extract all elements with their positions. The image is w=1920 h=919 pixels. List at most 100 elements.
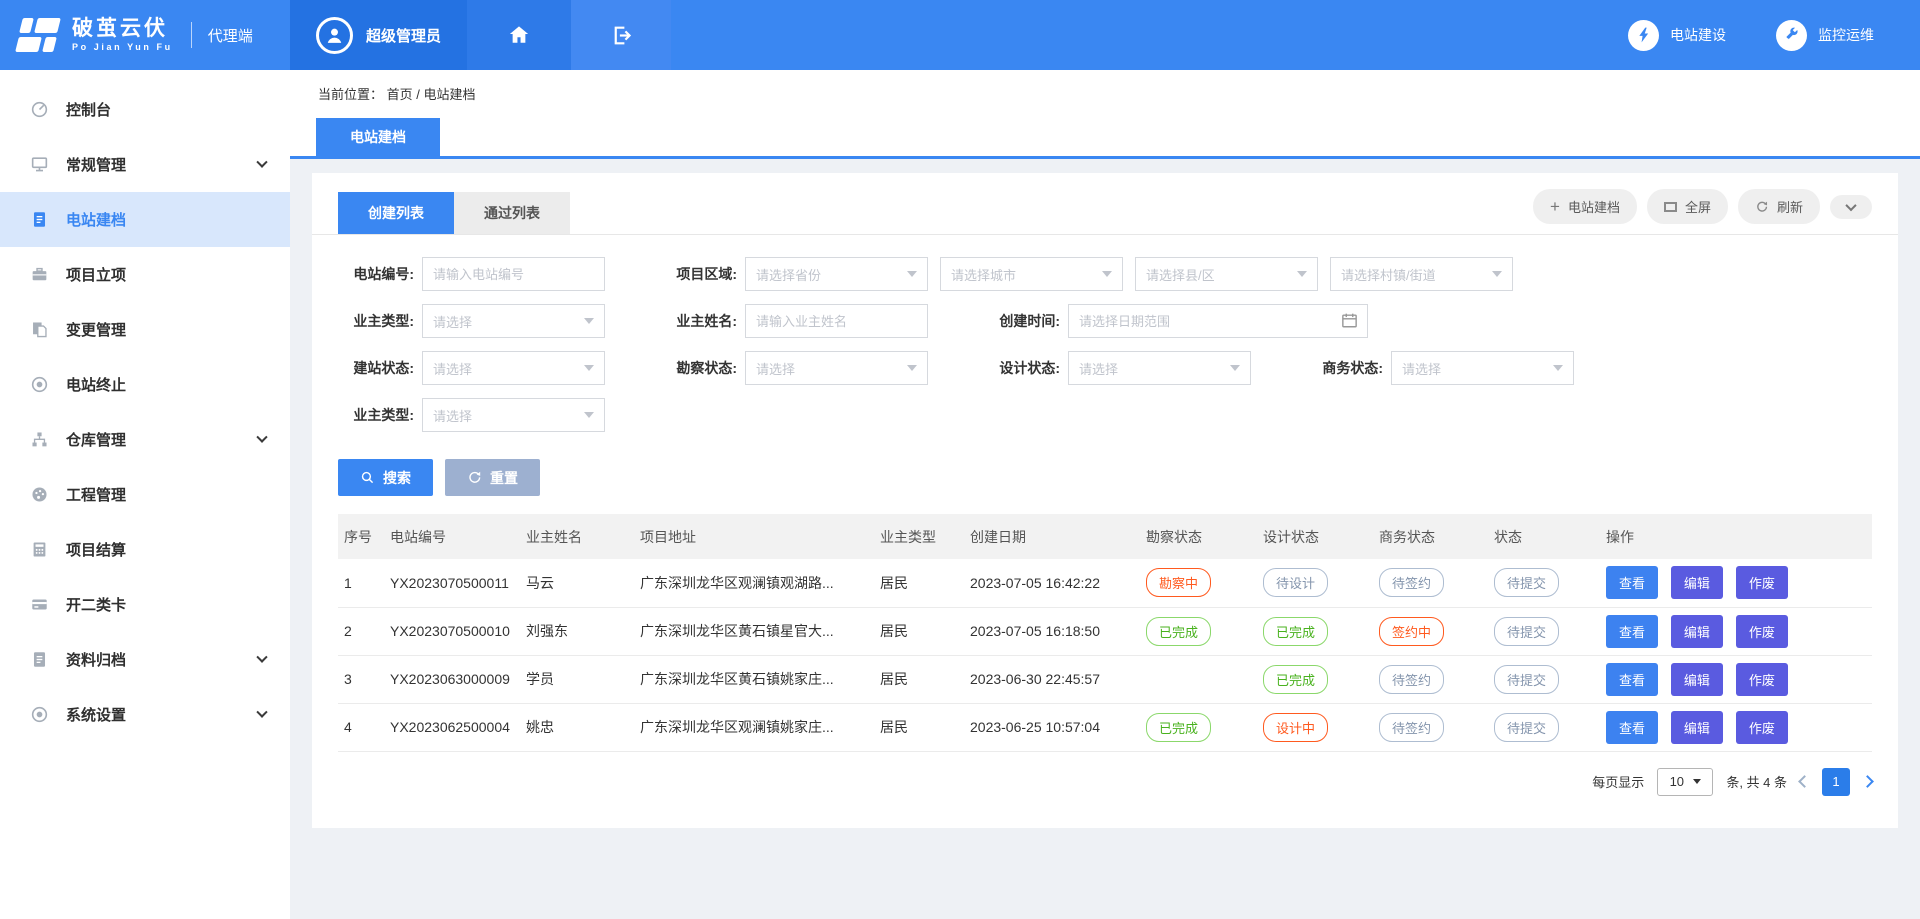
cell-code: YX2023062500004	[384, 703, 520, 751]
owner-name-input[interactable]	[745, 304, 928, 338]
view-button[interactable]: 查看	[1606, 566, 1658, 599]
design-status-select[interactable]: 请选择	[1068, 351, 1251, 385]
sidebar-item-general-mgmt[interactable]: 常规管理	[0, 137, 290, 192]
caret-down-icon	[1230, 365, 1240, 371]
nav-station-build[interactable]: 电站建设	[1628, 20, 1726, 51]
breadcrumb-path[interactable]: 首页 / 电站建档	[387, 87, 476, 102]
table-row: 2 YX2023070500010 刘强东 广东深圳龙华区黄石镇星官大... 居…	[338, 607, 1872, 655]
owner-type-placeholder: 请选择	[433, 312, 472, 331]
col-type: 业主类型	[874, 514, 964, 559]
province-select[interactable]: 请选择省份	[745, 257, 928, 291]
next-page-icon[interactable]	[1861, 775, 1874, 788]
sidebar-item-type2-card[interactable]: 开二类卡	[0, 577, 290, 632]
current-page-button[interactable]: 1	[1822, 768, 1850, 796]
total-count-text: 条, 共 4 条	[1726, 772, 1787, 791]
sidebar-item-system-settings[interactable]: 系统设置	[0, 687, 290, 742]
sidebar-item-project-initiation[interactable]: 项目立项	[0, 247, 290, 302]
edit-button[interactable]: 编辑	[1671, 711, 1723, 744]
build-status-select[interactable]: 请选择	[422, 351, 605, 385]
edit-button[interactable]: 编辑	[1671, 663, 1723, 696]
void-button[interactable]: 作废	[1736, 663, 1788, 696]
view-button[interactable]: 查看	[1606, 663, 1658, 696]
document-icon	[30, 210, 49, 229]
design-status-badge: 设计中	[1263, 713, 1328, 742]
tab-passed-list[interactable]: 通过列表	[454, 192, 570, 234]
sidebar: 控制台 常规管理 电站建档	[0, 70, 290, 919]
search-label: 搜索	[383, 468, 411, 488]
breadcrumb-prefix: 当前位置：	[318, 87, 383, 102]
sidebar-item-project-settlement[interactable]: 项目结算	[0, 522, 290, 577]
page-tabstrip: 电站建档	[290, 118, 1920, 159]
nav-monitor-ops[interactable]: 监控运维	[1776, 20, 1874, 51]
col-owner: 业主姓名	[520, 514, 634, 559]
edit-button[interactable]: 编辑	[1671, 615, 1723, 648]
filter-business-status: 商务状态: 请选择	[1307, 351, 1574, 385]
card-wrap: 创建列表 通过列表 + 电站建档 全屏	[290, 159, 1920, 828]
sidebar-item-label: 电站终止	[66, 374, 126, 395]
province-placeholder: 请选择省份	[756, 265, 821, 284]
sidebar-item-console[interactable]: 控制台	[0, 82, 290, 137]
filter-owner-type-2: 业主类型: 请选择	[338, 398, 605, 432]
owner-name-label: 业主姓名:	[661, 311, 737, 331]
filter-owner-type: 业主类型: 请选择	[338, 304, 605, 338]
business-status-select[interactable]: 请选择	[1391, 351, 1574, 385]
tab-create-list[interactable]: 创建列表	[338, 192, 454, 234]
cell-type: 居民	[874, 607, 964, 655]
prev-page-icon[interactable]	[1798, 775, 1811, 788]
cell-type: 居民	[874, 559, 964, 607]
void-button[interactable]: 作废	[1736, 566, 1788, 599]
owner-type-2-label: 业主类型:	[338, 405, 414, 425]
void-button[interactable]: 作废	[1736, 711, 1788, 744]
sidebar-item-station-archive[interactable]: 电站建档	[0, 192, 290, 247]
fullscreen-button[interactable]: 全屏	[1647, 189, 1728, 224]
monitor-icon	[30, 155, 49, 174]
col-actions: 操作	[1600, 514, 1872, 559]
home-button[interactable]	[467, 0, 571, 70]
brand: 破茧云伏 Po Jian Yun Fu 代理端	[0, 0, 290, 70]
cell-seq: 3	[338, 655, 384, 703]
void-button[interactable]: 作废	[1736, 615, 1788, 648]
business-status-badge: 待签约	[1379, 665, 1444, 694]
gauge-icon	[30, 485, 49, 504]
per-page-select[interactable]: 10	[1657, 768, 1713, 796]
station-archive-card: 创建列表 通过列表 + 电站建档 全屏	[312, 173, 1898, 828]
date-range-input[interactable]	[1068, 304, 1368, 338]
business-status-badge: 待签约	[1379, 568, 1444, 597]
county-select[interactable]: 请选择县/区	[1135, 257, 1318, 291]
view-button[interactable]: 查看	[1606, 711, 1658, 744]
reset-icon	[467, 470, 482, 485]
survey-status-badge: 勘察中	[1146, 568, 1211, 597]
owner-type-2-select[interactable]: 请选择	[422, 398, 605, 432]
survey-status-select[interactable]: 请选择	[745, 351, 928, 385]
refresh-button[interactable]: 刷新	[1738, 189, 1820, 224]
owner-type-select[interactable]: 请选择	[422, 304, 605, 338]
view-button[interactable]: 查看	[1606, 615, 1658, 648]
portal-label: 代理端	[208, 25, 253, 46]
brand-divider	[191, 22, 192, 48]
user-menu[interactable]: 超级管理员	[290, 0, 467, 70]
edit-button[interactable]: 编辑	[1671, 566, 1723, 599]
nav-station-build-label: 电站建设	[1670, 25, 1726, 45]
tab-station-archive[interactable]: 电站建档	[316, 118, 440, 156]
business-status-badge: 待签约	[1379, 713, 1444, 742]
home-icon	[507, 23, 531, 47]
sidebar-item-warehouse-mgmt[interactable]: 仓库管理	[0, 412, 290, 467]
filter-create-time: 创建时间:	[984, 304, 1368, 338]
build-status-label: 建站状态:	[338, 358, 414, 378]
sidebar-item-change-mgmt[interactable]: 变更管理	[0, 302, 290, 357]
create-time-label: 创建时间:	[984, 311, 1060, 331]
sidebar-item-data-archive[interactable]: 资料归档	[0, 632, 290, 687]
table-row: 4 YX2023062500004 姚忠 广东深圳龙华区观澜镇姚家庄... 居民…	[338, 703, 1872, 751]
add-station-button[interactable]: + 电站建档	[1533, 189, 1637, 224]
reset-button[interactable]: 重置	[445, 459, 540, 496]
sidebar-item-engineering-mgmt[interactable]: 工程管理	[0, 467, 290, 522]
topbar-right-nav: 电站建设 监控运维	[1628, 0, 1920, 70]
sidebar-item-station-termination[interactable]: 电站终止	[0, 357, 290, 412]
station-code-input[interactable]	[422, 257, 605, 291]
cell-owner: 刘强东	[520, 607, 634, 655]
village-select[interactable]: 请选择村镇/街道	[1330, 257, 1513, 291]
logout-button[interactable]	[571, 0, 671, 70]
search-button[interactable]: 搜索	[338, 459, 433, 496]
city-select[interactable]: 请选择城市	[940, 257, 1123, 291]
collapse-button[interactable]	[1830, 195, 1872, 219]
